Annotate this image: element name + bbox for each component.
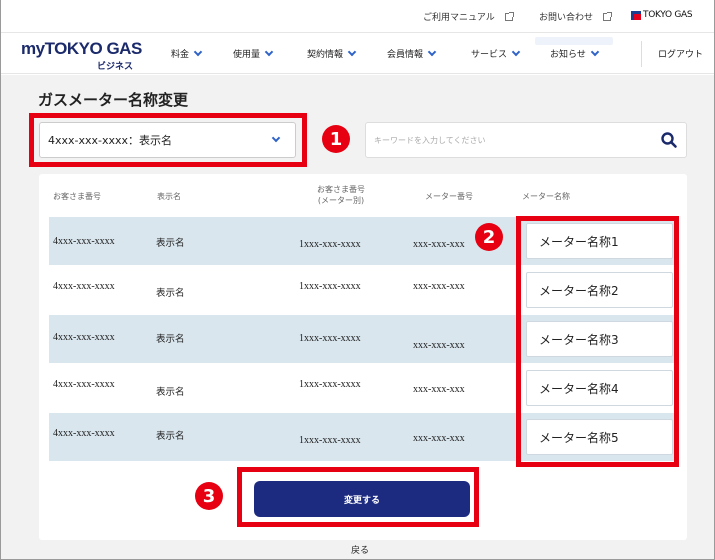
nav-item-member[interactable]: 会員情報: [387, 47, 437, 60]
page-title: ガスメーター名称変更: [38, 91, 189, 109]
external-link-icon: [504, 11, 514, 21]
highlight-box-meter-names: [516, 216, 679, 467]
cell-customer-no: 4xxx-xxx-xxxx: [53, 332, 115, 343]
column-header-meter-customer-no: お客さま番号 (メーター別): [317, 185, 365, 205]
step-marker-1: 1: [322, 125, 350, 153]
step-marker-3: 3: [195, 482, 223, 510]
cell-meter-no: xxx-xxx-xxx: [413, 340, 465, 351]
cell-display-name: 表示名: [156, 334, 185, 345]
cell-meter-no: xxx-xxx-xxx: [413, 433, 465, 444]
cell-display-name: 表示名: [156, 288, 185, 299]
column-header-display-name: 表示名: [157, 192, 181, 201]
search-box: [365, 122, 687, 158]
brand-sub: ビジネス: [97, 61, 134, 71]
cell-customer-no: 4xxx-xxx-xxxx: [53, 428, 115, 439]
brand-logo[interactable]: myTOKYO GAS ビジネス: [21, 39, 143, 71]
utility-bar: ご利用マニュアル お問い合わせ TOKYO GAS: [1, 0, 714, 32]
chevron-down-icon: [193, 47, 203, 56]
cell-meter-no: xxx-xxx-xxx: [413, 384, 465, 395]
nav-item-fees[interactable]: 料金: [171, 47, 203, 60]
logout-link[interactable]: ログアウト: [658, 47, 703, 60]
nav-item-label: 料金: [171, 50, 190, 60]
nav-item-label: 使用量: [233, 50, 261, 60]
chevron-down-icon: [511, 47, 521, 56]
highlight-box-submit: [237, 467, 479, 527]
nav-item-news[interactable]: お知らせ: [550, 47, 600, 60]
step-marker-2: 2: [475, 223, 503, 251]
external-link-icon: [603, 11, 613, 21]
nav-item-services[interactable]: サービス: [471, 47, 521, 60]
manual-link[interactable]: ご利用マニュアル: [423, 10, 514, 23]
cell-customer-no: 4xxx-xxx-xxxx: [53, 379, 115, 390]
nav-item-label: 契約情報: [307, 50, 344, 60]
highlight-box-select: [29, 113, 307, 167]
chevron-down-icon: [264, 47, 274, 56]
corporate-logo-text: TOKYO GAS: [643, 10, 693, 20]
tokyo-gas-corporate-logo[interactable]: TOKYO GAS: [631, 10, 693, 20]
nav-item-label: お知らせ: [550, 50, 586, 60]
manual-link-label: ご利用マニュアル: [423, 13, 495, 23]
column-header-customer-no: お客さま番号: [53, 192, 101, 201]
main-nav: myTOKYO GAS ビジネス 料金 使用量 契約情報 会員情報 サービス お…: [1, 32, 714, 74]
cell-display-name: 表示名: [156, 238, 185, 249]
nav-item-usage[interactable]: 使用量: [233, 47, 274, 60]
column-header-meter-name: メーター名称: [522, 192, 570, 201]
search-icon[interactable]: [660, 131, 678, 149]
tokyo-gas-mark-icon: [631, 10, 641, 20]
nav-item-label: サービス: [471, 50, 508, 60]
nav-item-label: 会員情報: [387, 50, 424, 60]
chevron-down-icon: [427, 47, 437, 56]
cell-meter-customer-no: 1xxx-xxx-xxxx: [299, 239, 361, 250]
column-header-meter-no: メーター番号: [425, 192, 473, 201]
cell-meter-customer-no: 1xxx-xxx-xxxx: [299, 333, 361, 344]
notification-highlight: [535, 37, 613, 45]
nav-item-contract[interactable]: 契約情報: [307, 47, 357, 60]
cell-meter-no: xxx-xxx-xxx: [413, 239, 465, 250]
cell-customer-no: 4xxx-xxx-xxxx: [53, 281, 115, 292]
back-link[interactable]: 戻る: [351, 543, 369, 556]
contact-link[interactable]: お問い合わせ: [539, 10, 613, 23]
brand-my: my: [21, 39, 45, 58]
search-input[interactable]: [374, 123, 644, 157]
cell-display-name: 表示名: [156, 387, 185, 398]
chevron-down-icon: [590, 47, 600, 56]
cell-meter-customer-no: 1xxx-xxx-xxxx: [299, 281, 361, 292]
chevron-down-icon: [347, 47, 357, 56]
brand-name: TOKYO GAS: [44, 39, 143, 58]
contact-link-label: お問い合わせ: [539, 13, 594, 23]
cell-display-name: 表示名: [156, 431, 185, 442]
cell-meter-no: xxx-xxx-xxx: [413, 281, 465, 292]
page-content: ガスメーター名称変更 4xxx-xxx-xxxx：表示名 1 お客さま番号 表示…: [1, 75, 714, 559]
cell-meter-customer-no: 1xxx-xxx-xxxx: [299, 435, 361, 446]
cell-customer-no: 4xxx-xxx-xxxx: [53, 236, 115, 247]
cell-meter-customer-no: 1xxx-xxx-xxxx: [299, 379, 361, 390]
nav-divider: [641, 41, 642, 67]
